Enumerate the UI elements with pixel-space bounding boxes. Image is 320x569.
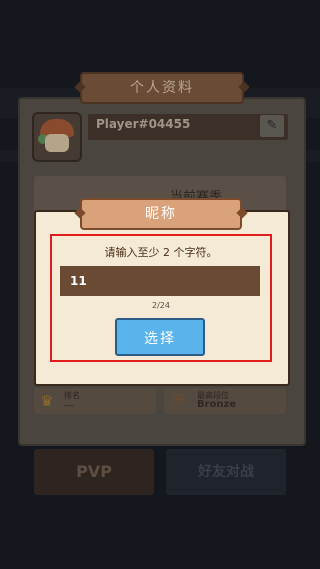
friend-battle-button[interactable]: 好友对战 bbox=[166, 449, 286, 495]
nickname-input[interactable] bbox=[60, 266, 260, 296]
profile-panel-title: 个人资料 bbox=[80, 72, 244, 104]
rank-value: --- bbox=[64, 401, 74, 411]
pencil-icon: ✎ bbox=[266, 118, 278, 133]
trophy-value: Bronze bbox=[197, 399, 237, 410]
avatar-face-icon bbox=[45, 134, 69, 152]
pvp-button[interactable]: PVP bbox=[34, 449, 154, 495]
player-name: Player#04455 bbox=[96, 117, 191, 131]
confirm-button[interactable]: 选择 bbox=[115, 318, 205, 356]
nickname-prompt: 请输入至少 2 个字符。 bbox=[104, 246, 218, 259]
nickname-modal-title: 昵称 bbox=[80, 198, 242, 230]
shield-icon: ⛨ bbox=[171, 391, 184, 410]
crown-icon: ♛ bbox=[40, 392, 54, 410]
rank-label: 排名 bbox=[64, 391, 80, 400]
character-counter: 2/24 bbox=[152, 301, 170, 310]
edit-name-button[interactable]: ✎ bbox=[260, 115, 284, 137]
avatar[interactable] bbox=[32, 112, 82, 162]
